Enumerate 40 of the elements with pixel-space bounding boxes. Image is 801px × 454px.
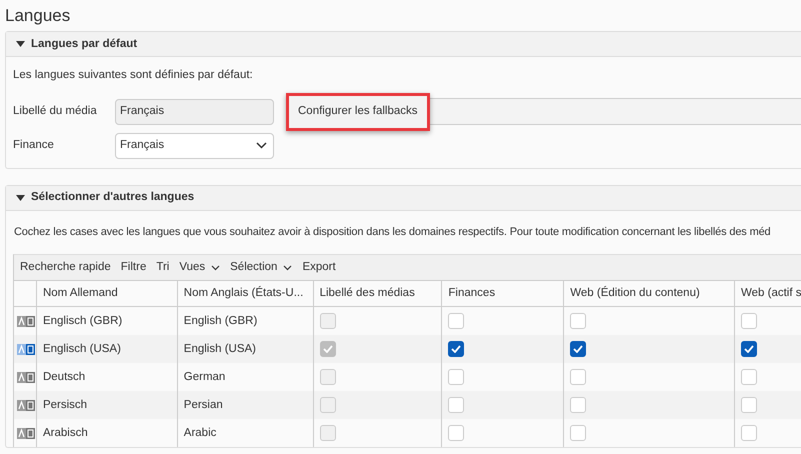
panel-title: Langues par défaut [31, 36, 138, 52]
panel-header[interactable]: Sélectionner d'autres langues [6, 186, 801, 211]
checkmark-icon [573, 345, 584, 354]
column-header[interactable]: Web (actif s [735, 281, 801, 306]
table-cell: Arabisch [36, 419, 178, 448]
panel-header[interactable]: Langues par défaut [6, 32, 801, 58]
checkbox[interactable] [570, 341, 586, 358]
checkbox[interactable] [741, 341, 758, 358]
toolbar-button[interactable]: Sélection [230, 259, 292, 276]
toolbar-button[interactable]: Vues [179, 259, 220, 276]
chevron-down-icon [256, 142, 267, 150]
page-title: Langues [4, 5, 72, 27]
table-cell: Persisch [36, 391, 178, 420]
toolbar-button[interactable]: Filtre [120, 259, 146, 276]
column-header[interactable]: Nom Allemand [36, 281, 178, 306]
column-header[interactable]: Libellé des médias [314, 281, 442, 306]
field-label: Finance [13, 138, 55, 154]
column-header[interactable]: Nom Anglais (États-U... [178, 281, 314, 306]
configure-fallbacks-button[interactable]: Configurer les fallbacks [286, 92, 430, 131]
intro-text: Cochez les cases avec les langues que vous souhaitez avoir à disposition dans les domaines respectifs. Pour toute modification concernant les libellés des méd [13, 224, 772, 240]
intro-text: Les langues suivantes sont définies par défaut: [13, 68, 254, 84]
toolbar-button[interactable]: Tri [156, 259, 170, 276]
table-cell: Arabic [178, 419, 314, 448]
chevron-down-icon [283, 264, 292, 271]
toolbar-button[interactable]: Export [302, 259, 336, 276]
checkmark-icon [451, 345, 462, 354]
panel-title: Sélectionner d'autres langues [31, 190, 194, 206]
table-cell: English (USA) [178, 335, 314, 364]
checkmark-icon [744, 345, 754, 354]
language-select[interactable]: Français [115, 132, 274, 159]
toolbar-button[interactable]: Recherche rapide [20, 259, 111, 276]
chevron-down-icon [211, 264, 220, 271]
column-header[interactable]: Web (Édition du contenu) [564, 281, 735, 306]
checkmark-icon [322, 345, 333, 354]
field-label: Libellé du média [13, 104, 98, 120]
table-cell: Englisch (USA) [36, 335, 178, 364]
column-header[interactable]: Finances [442, 281, 564, 306]
table-cell: Persian [178, 391, 314, 420]
readonly-field: Français [115, 98, 274, 125]
checkbox[interactable] [448, 341, 464, 358]
